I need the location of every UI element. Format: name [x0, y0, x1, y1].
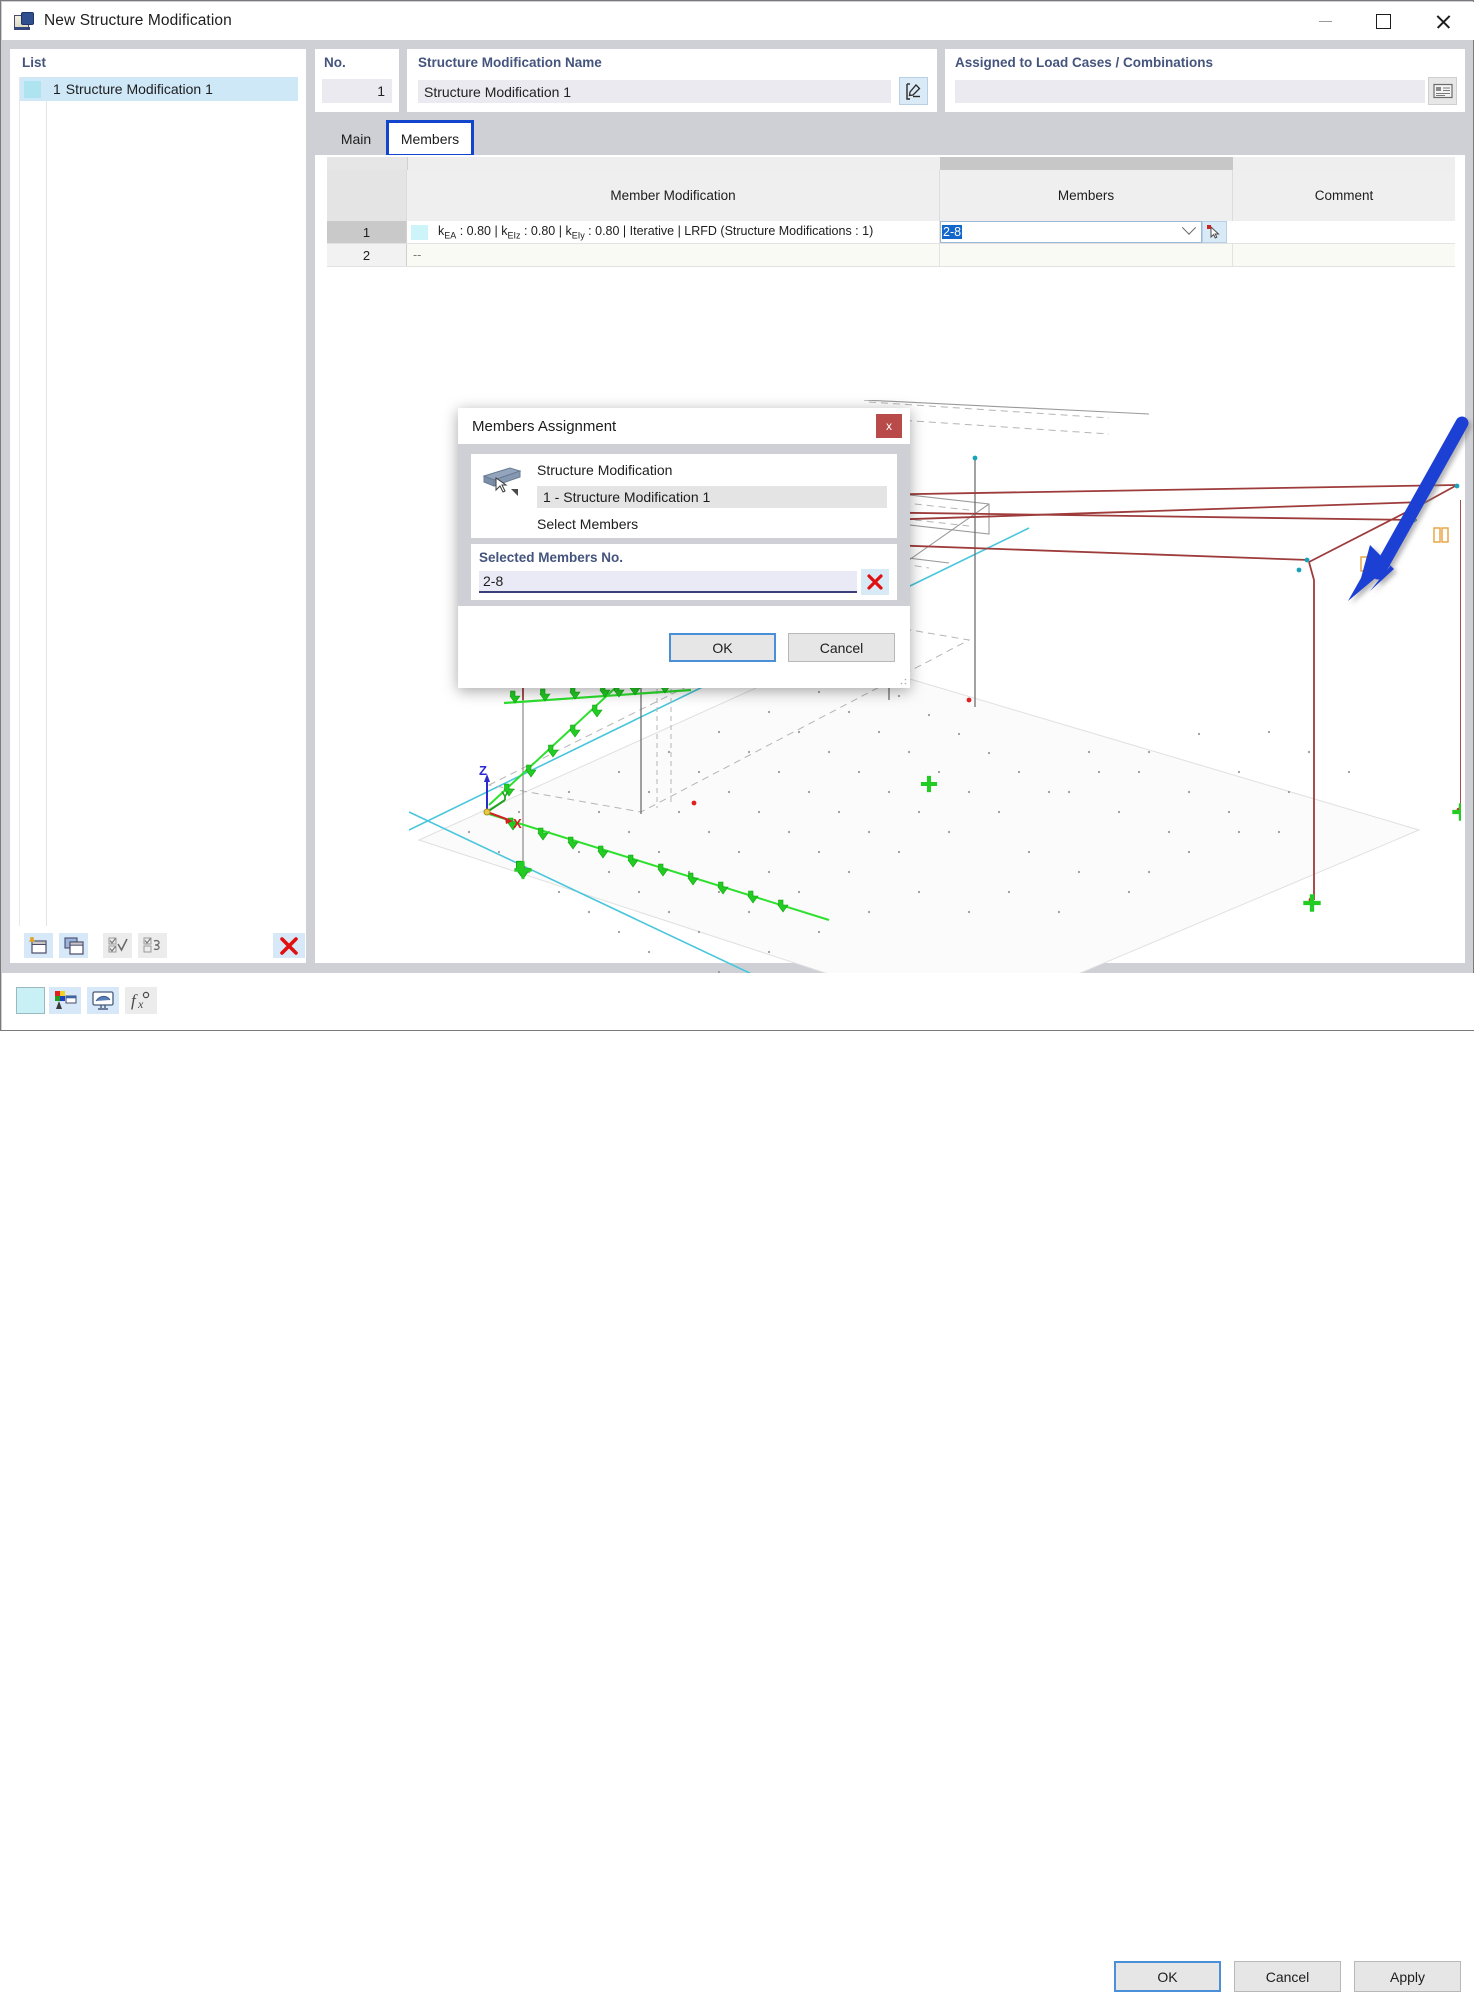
name-panel: Structure Modification Name Structure Mo… — [407, 49, 937, 112]
list-item-no: 1 — [53, 81, 61, 97]
svg-text:x: x — [137, 997, 144, 1011]
render-view-icon[interactable] — [87, 987, 119, 1014]
list-column-separator — [46, 101, 47, 949]
dialog-structure-modification-section: Structure Modification 1 - Structure Mod… — [471, 454, 897, 538]
window-title: New Structure Modification — [44, 12, 232, 30]
tab-main[interactable]: Main — [331, 125, 381, 152]
assigned-load-cases-panel: Assigned to Load Cases / Combinations — [945, 49, 1465, 112]
modification-color-swatch — [411, 225, 428, 240]
ok-button[interactable]: OK — [1114, 1961, 1221, 1992]
table-header-row: Member Modification Members Comment — [327, 170, 1455, 222]
list-item-label: Structure Modification 1 — [66, 81, 213, 97]
select-in-model-icon[interactable] — [1202, 221, 1227, 243]
assigned-input[interactable] — [955, 80, 1425, 103]
minimize-button[interactable] — [1296, 2, 1354, 40]
dialog-structure-modification-value: 1 - Structure Modification 1 — [537, 486, 887, 508]
table-header-no[interactable] — [327, 170, 407, 221]
apply-button[interactable]: Apply — [1354, 1961, 1461, 1992]
check-all-icon[interactable] — [103, 933, 132, 958]
svg-text:f: f — [131, 991, 138, 1010]
maximize-button[interactable] — [1354, 2, 1412, 40]
dialog-ok-button[interactable]: OK — [669, 633, 776, 662]
table-row[interactable]: 1 kEA : 0.80 | kEIz : 0.80 | kEIy : 0.80… — [327, 221, 1455, 244]
table-header-comment[interactable]: Comment — [1233, 170, 1455, 221]
list-body: 1 Structure Modification 1 — [19, 77, 298, 949]
cell-comment[interactable] — [1233, 221, 1455, 243]
structure-modification-icon — [14, 12, 34, 30]
beam-select-icon — [480, 462, 524, 500]
resize-grip-icon[interactable] — [900, 678, 907, 685]
dialog-section-label: Structure Modification — [537, 462, 672, 478]
table-header-member-modification[interactable]: Member Modification — [407, 170, 940, 221]
members-combobox-value: 2-8 — [942, 225, 962, 239]
row-number: 2 — [327, 244, 407, 266]
cell-member-modification[interactable]: -- — [407, 244, 940, 266]
table-header-members[interactable]: Members — [940, 170, 1233, 221]
selected-members-input[interactable]: 2-8 — [479, 571, 857, 593]
close-button[interactable] — [1412, 2, 1474, 40]
table-column-resize-strip[interactable] — [327, 157, 1455, 171]
row-number: 1 — [327, 221, 407, 243]
name-label: Structure Modification Name — [418, 55, 602, 70]
list-item[interactable]: 1 Structure Modification 1 — [20, 77, 298, 101]
fx-icon[interactable]: f x — [125, 987, 157, 1014]
dialog-title-bar: Members Assignment x — [458, 408, 910, 444]
selected-members-label: Selected Members No. — [479, 550, 623, 565]
members-assignment-dialog: Members Assignment x Structure Modificat… — [458, 408, 910, 688]
no-label: No. — [324, 55, 346, 70]
assigned-label: Assigned to Load Cases / Combinations — [955, 55, 1213, 70]
invert-selection-icon[interactable] — [138, 933, 167, 958]
members-combobox[interactable]: 2-8 — [940, 221, 1202, 243]
color-palette-icon[interactable] — [49, 987, 81, 1014]
svg-text:Y: Y — [501, 789, 509, 803]
cancel-button[interactable]: Cancel — [1234, 1961, 1341, 1992]
dialog-title: Members Assignment — [472, 418, 616, 435]
cell-comment[interactable] — [1233, 244, 1455, 266]
title-bar: New Structure Modification — [2, 2, 1474, 40]
cell-members[interactable] — [940, 244, 1233, 266]
list-item-swatch — [24, 81, 41, 98]
window-controls — [1296, 2, 1474, 40]
tab-members[interactable]: Members — [386, 120, 474, 157]
cell-member-modification[interactable]: kEA : 0.80 | kEIz : 0.80 | kEIy : 0.80 |… — [407, 221, 940, 243]
svg-text:Z: Z — [479, 763, 487, 778]
structure-modification-window: New Structure Modification List 1 Struct… — [0, 0, 1474, 1031]
load-cases-table-icon[interactable] — [1428, 77, 1457, 105]
name-input[interactable]: Structure Modification 1 — [418, 80, 891, 103]
svg-text:X: X — [513, 816, 522, 831]
rename-pencil-icon[interactable] — [899, 77, 928, 105]
no-value: 1 — [322, 79, 392, 103]
dialog-select-members-label: Select Members — [537, 516, 638, 532]
dialog-footer: OK Cancel — [458, 606, 910, 688]
list-panel: List 1 Structure Modification 1 — [10, 49, 306, 963]
tab-strip: Main Members — [315, 120, 1465, 155]
table-row[interactable]: 2 -- — [327, 244, 1455, 267]
red-x-icon[interactable] — [861, 569, 889, 595]
list-panel-label: List — [22, 55, 46, 70]
red-x-icon[interactable] — [273, 933, 305, 958]
status-bar: f x OK Cancel Apply — [2, 973, 1474, 1030]
cell-member-modification-text: -- — [413, 248, 421, 262]
list-toolbar — [10, 926, 306, 963]
copy-window-icon[interactable] — [59, 933, 88, 958]
cell-member-modification-text: kEA : 0.80 | kEIz : 0.80 | kEIy : 0.80 |… — [438, 224, 873, 241]
chevron-down-icon[interactable] — [1182, 221, 1196, 235]
dialog-close-button[interactable]: x — [876, 414, 902, 438]
dialog-selected-members-section: Selected Members No. 2-8 — [471, 544, 897, 600]
dialog-cancel-button[interactable]: Cancel — [788, 633, 895, 662]
no-panel: No. 1 — [315, 49, 399, 112]
new-window-icon[interactable] — [24, 933, 53, 958]
cyan-swatch-icon[interactable] — [16, 987, 45, 1014]
